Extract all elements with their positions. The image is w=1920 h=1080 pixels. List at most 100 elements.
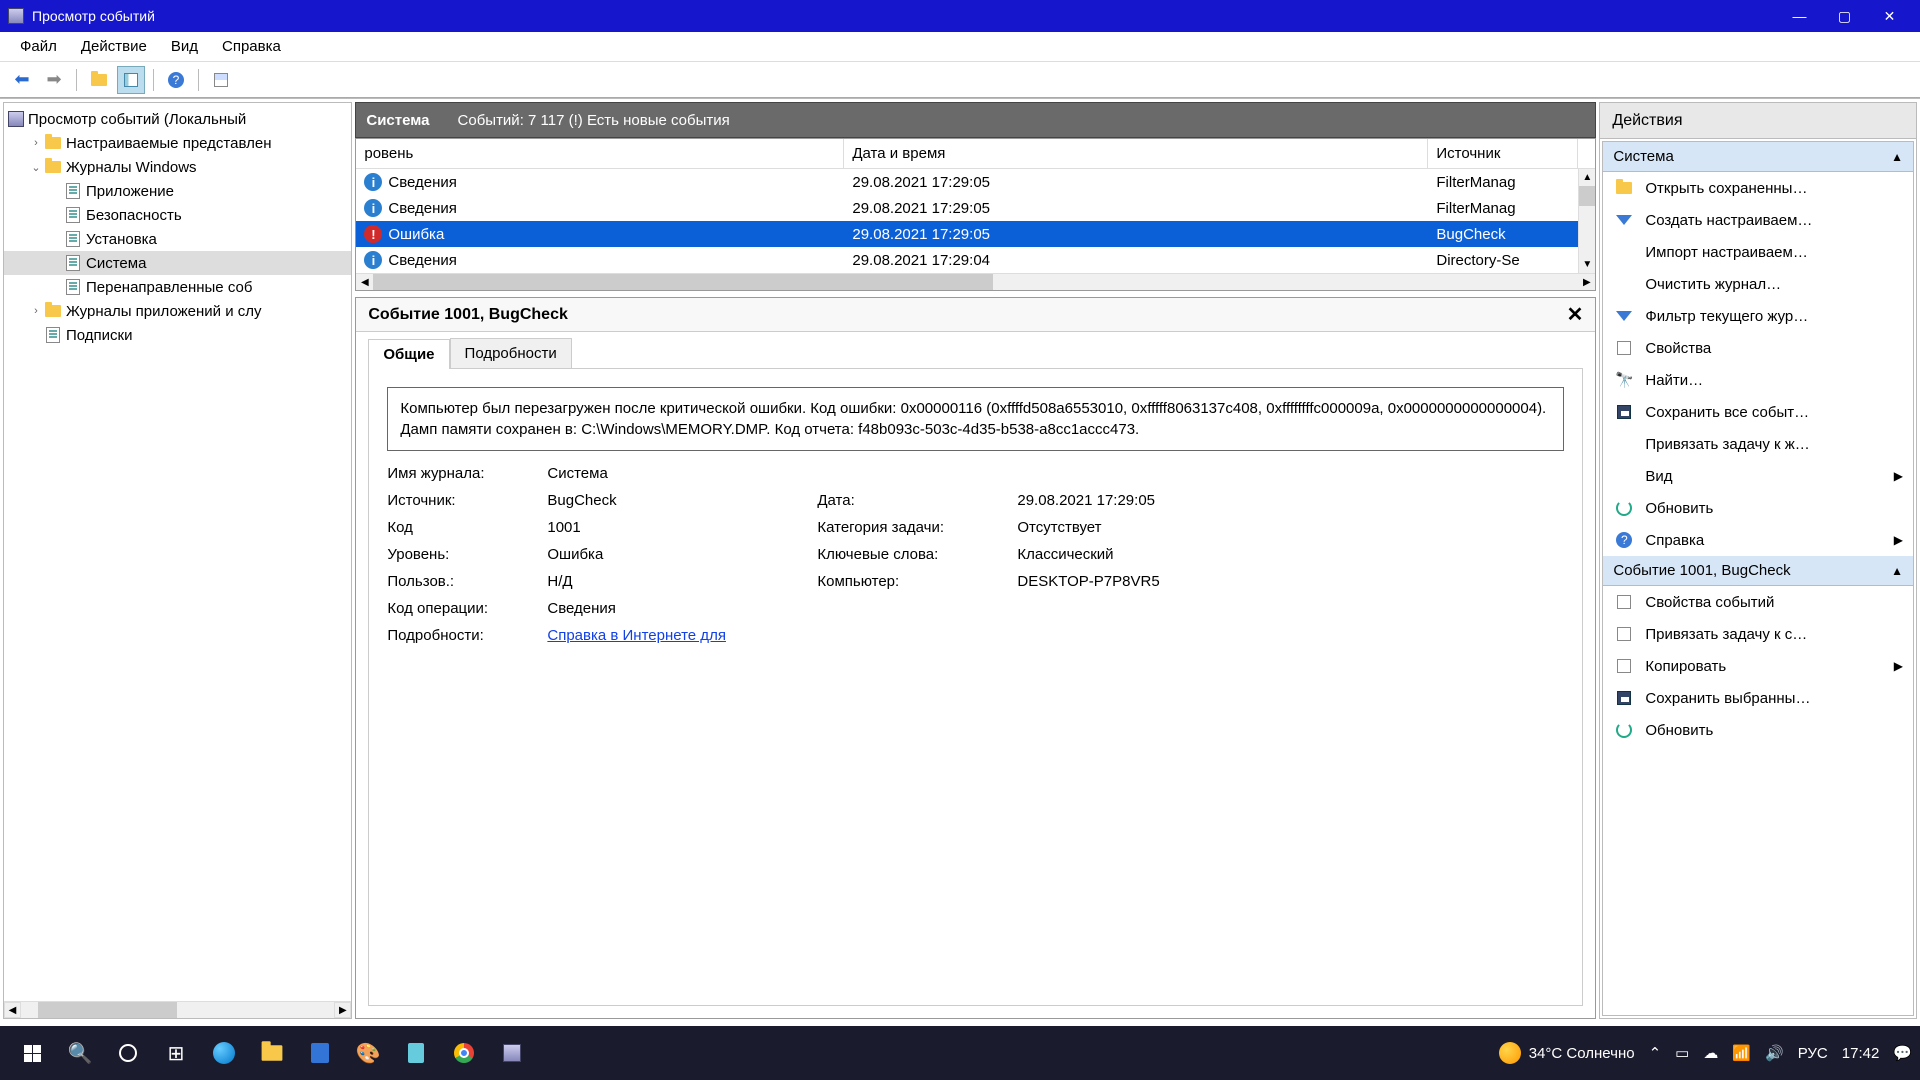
tab-general[interactable]: Общие bbox=[368, 339, 449, 369]
tree-item[interactable]: Установка bbox=[4, 227, 351, 251]
weather-widget[interactable]: 34°C Солнечно bbox=[1499, 1042, 1635, 1064]
tree-item[interactable]: Система bbox=[4, 251, 351, 275]
action-item[interactable]: Привязать задачу к ж… bbox=[1603, 428, 1913, 460]
tree-content[interactable]: Просмотр событий (Локальный ›Настраиваемы… bbox=[4, 103, 351, 1001]
tree-label: Подписки bbox=[66, 327, 133, 344]
table-row[interactable]: !Ошибка 29.08.2021 17:29:05 BugCheck bbox=[356, 221, 1578, 247]
toolbar-help-button[interactable]: ? bbox=[162, 66, 190, 94]
action-item[interactable]: Фильтр текущего жур… bbox=[1603, 300, 1913, 332]
taskbar-chrome[interactable] bbox=[440, 1033, 488, 1073]
column-header-level[interactable]: ровень bbox=[356, 139, 844, 168]
action-item[interactable]: Вид▶ bbox=[1603, 460, 1913, 492]
label-opcode: Код операции: bbox=[387, 600, 547, 617]
actions-section-system[interactable]: Система ▲ bbox=[1603, 142, 1913, 172]
tab-details[interactable]: Подробности bbox=[450, 338, 572, 368]
table-row[interactable]: iСведения 29.08.2021 17:29:04 Directory-… bbox=[356, 247, 1578, 273]
event-horizontal-scrollbar[interactable]: ◀ ▶ bbox=[356, 273, 1595, 290]
column-header-date[interactable]: Дата и время bbox=[844, 139, 1428, 168]
action-item[interactable]: Импорт настраиваем… bbox=[1603, 236, 1913, 268]
minimize-button[interactable]: ― bbox=[1777, 2, 1822, 30]
tree-item[interactable]: Приложение bbox=[4, 179, 351, 203]
toolbar-view-button[interactable] bbox=[117, 66, 145, 94]
search-button[interactable]: 🔍 bbox=[56, 1033, 104, 1073]
toolbar-open-button[interactable] bbox=[85, 66, 113, 94]
event-vertical-scrollbar[interactable]: ▲ ▼ bbox=[1578, 169, 1595, 273]
action-item[interactable]: Свойства bbox=[1603, 332, 1913, 364]
action-item[interactable]: Копировать▶ bbox=[1603, 650, 1913, 682]
scroll-thumb[interactable] bbox=[373, 274, 993, 290]
tree-horizontal-scrollbar[interactable]: ◀ ▶ bbox=[4, 1001, 351, 1018]
tree-item[interactable]: Подписки bbox=[4, 323, 351, 347]
action-item[interactable]: Создать настраиваем… bbox=[1603, 204, 1913, 236]
scroll-right-arrow[interactable]: ▶ bbox=[1578, 274, 1595, 290]
save-icon bbox=[1617, 405, 1631, 419]
action-item[interactable]: Привязать задачу к с… bbox=[1603, 618, 1913, 650]
taskbar-eventviewer[interactable] bbox=[488, 1033, 536, 1073]
forward-button[interactable]: ➡ bbox=[40, 66, 68, 94]
action-item[interactable]: Сохранить все событ… bbox=[1603, 396, 1913, 428]
cortana-button[interactable] bbox=[104, 1033, 152, 1073]
toolbar-extra-button[interactable] bbox=[207, 66, 235, 94]
scroll-down-arrow[interactable]: ▼ bbox=[1579, 256, 1595, 273]
action-item[interactable]: 🔭Найти… bbox=[1603, 364, 1913, 396]
taskbar-calculator[interactable] bbox=[296, 1033, 344, 1073]
action-item[interactable]: Сохранить выбранны… bbox=[1603, 682, 1913, 714]
scroll-left-arrow[interactable]: ◀ bbox=[4, 1002, 21, 1018]
tray-language[interactable]: РУС bbox=[1798, 1045, 1828, 1062]
tray-battery-icon[interactable]: ▭ bbox=[1675, 1044, 1689, 1062]
back-button[interactable]: ⬅ bbox=[8, 66, 36, 94]
detail-close-button[interactable]: ✕ bbox=[1567, 302, 1584, 327]
taskbar-paint[interactable]: 🎨 bbox=[344, 1033, 392, 1073]
taskbar-notepad[interactable] bbox=[392, 1033, 440, 1073]
tree-label: Просмотр событий (Локальный bbox=[28, 111, 246, 128]
table-row[interactable]: iСведения 29.08.2021 17:29:05 FilterMana… bbox=[356, 169, 1578, 195]
tray-volume-icon[interactable]: 🔊 bbox=[1765, 1044, 1784, 1062]
menu-view[interactable]: Вид bbox=[159, 34, 210, 59]
folder-icon bbox=[44, 302, 62, 320]
scroll-thumb[interactable] bbox=[1579, 186, 1595, 206]
maximize-button[interactable]: ▢ bbox=[1822, 2, 1867, 30]
menu-file[interactable]: Файл bbox=[8, 34, 69, 59]
close-button[interactable]: ✕ bbox=[1867, 2, 1912, 30]
event-rows[interactable]: iСведения 29.08.2021 17:29:05 FilterMana… bbox=[356, 169, 1578, 273]
cell-source: FilterManag bbox=[1428, 200, 1578, 217]
action-item[interactable]: Свойства событий bbox=[1603, 586, 1913, 618]
taskbar-explorer[interactable] bbox=[248, 1033, 296, 1073]
tree-toggle-icon[interactable]: ⌄ bbox=[28, 161, 44, 174]
scroll-right-arrow[interactable]: ▶ bbox=[334, 1002, 351, 1018]
moreinfo-link[interactable]: Справка в Интернете для bbox=[547, 627, 726, 644]
value-date: 29.08.2021 17:29:05 bbox=[1017, 492, 1297, 509]
tray-chevron-icon[interactable]: ⌃ bbox=[1649, 1044, 1662, 1062]
tree-toggle-icon[interactable]: › bbox=[28, 137, 44, 149]
action-item[interactable]: Обновить bbox=[1603, 492, 1913, 524]
tray-onedrive-icon[interactable]: ☁ bbox=[1703, 1044, 1718, 1062]
menu-help[interactable]: Справка bbox=[210, 34, 293, 59]
column-header-source[interactable]: Источник bbox=[1428, 139, 1578, 168]
tray-clock[interactable]: 17:42 bbox=[1842, 1045, 1880, 1062]
tray-wifi-icon[interactable]: 📶 bbox=[1732, 1044, 1751, 1062]
taskview-button[interactable]: ⊞ bbox=[152, 1033, 200, 1073]
tree-toggle-icon[interactable]: › bbox=[28, 305, 44, 317]
start-button[interactable] bbox=[8, 1033, 56, 1073]
tree-item[interactable]: ›Настраиваемые представлен bbox=[4, 131, 351, 155]
action-item[interactable]: Открыть сохраненны… bbox=[1603, 172, 1913, 204]
action-item[interactable]: Очистить журнал… bbox=[1603, 268, 1913, 300]
properties-icon bbox=[1617, 659, 1631, 673]
scroll-up-arrow[interactable]: ▲ bbox=[1579, 169, 1595, 186]
taskbar-edge[interactable] bbox=[200, 1033, 248, 1073]
table-row[interactable]: iСведения 29.08.2021 17:29:05 FilterMana… bbox=[356, 195, 1578, 221]
tray-notifications-icon[interactable]: 💬 bbox=[1893, 1044, 1912, 1062]
tree-item[interactable]: Безопасность bbox=[4, 203, 351, 227]
tree-item[interactable]: Перенаправленные соб bbox=[4, 275, 351, 299]
tree-item[interactable]: ⌄Журналы Windows bbox=[4, 155, 351, 179]
scroll-thumb[interactable] bbox=[38, 1002, 177, 1018]
action-item[interactable]: ?Справка▶ bbox=[1603, 524, 1913, 556]
actions-section-event[interactable]: Событие 1001, BugCheck ▲ bbox=[1603, 556, 1913, 586]
value-keywords: Классический bbox=[1017, 546, 1297, 563]
tree-item[interactable]: ›Журналы приложений и слу bbox=[4, 299, 351, 323]
tree-root[interactable]: Просмотр событий (Локальный bbox=[4, 107, 351, 131]
menu-action[interactable]: Действие bbox=[69, 34, 159, 59]
scroll-left-arrow[interactable]: ◀ bbox=[356, 274, 373, 290]
action-item[interactable]: Обновить bbox=[1603, 714, 1913, 746]
menubar: Файл Действие Вид Справка bbox=[0, 32, 1920, 62]
